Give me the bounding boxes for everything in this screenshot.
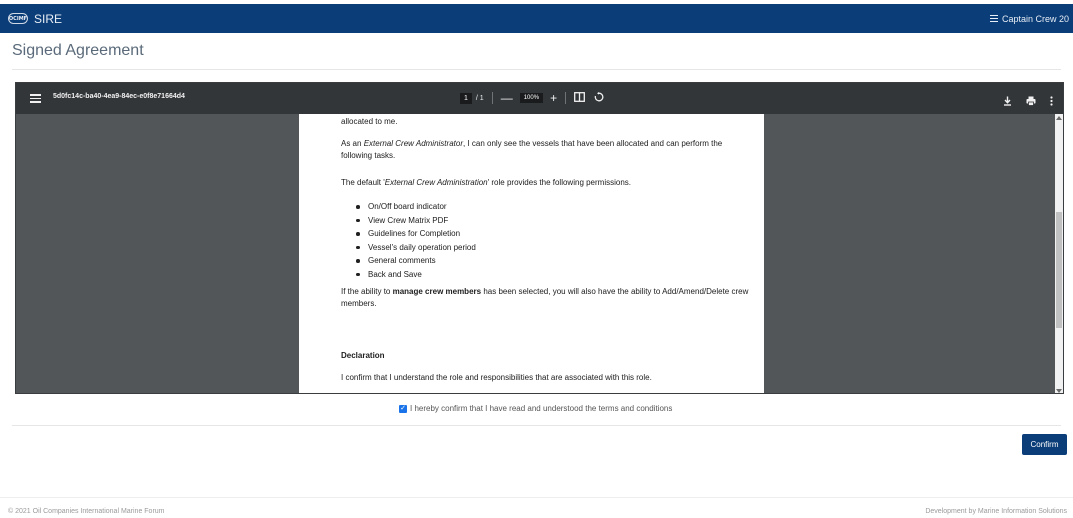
top-nav-bar: OCIMF SIRE Captain Crew 20 <box>0 4 1073 33</box>
user-menu[interactable]: Captain Crew 20 <box>989 4 1069 33</box>
more-icon[interactable] <box>1050 93 1053 111</box>
menu-icon[interactable] <box>30 94 41 103</box>
zoom-out-button[interactable]: — <box>501 92 513 104</box>
divider <box>12 425 1061 426</box>
list-item: Vessel's daily operation period <box>356 241 476 255</box>
terms-label: I hereby confirm that I have read and un… <box>410 404 673 413</box>
bold-text: manage crew members <box>392 287 482 296</box>
list-item: View Crew Matrix PDF <box>356 214 476 228</box>
paragraph: As an External Crew Administrator, I can… <box>341 139 723 160</box>
document-name: 5d0fc14c-ba40-4ea9-84ec-e0f8e71664d4 <box>53 93 185 100</box>
fit-page-icon[interactable] <box>574 92 586 104</box>
paragraph: I confirm that I understand the role and… <box>341 373 652 382</box>
footer-copyright: © 2021 Oil Companies International Marin… <box>8 508 165 515</box>
text: If the ability to <box>341 287 393 296</box>
page-number-input[interactable]: 1 <box>460 92 472 104</box>
zoom-input[interactable]: 100% <box>519 93 544 103</box>
print-icon[interactable] <box>1026 93 1036 111</box>
pdf-toolbar: 5d0fc14c-ba40-4ea9-84ec-e0f8e71664d4 1 /… <box>16 83 1063 114</box>
page-title: Signed Agreement <box>12 42 144 59</box>
footer-credit: Development by Marine Information Soluti… <box>925 508 1067 515</box>
list-item: Back and Save <box>356 268 476 282</box>
permissions-list: On/Off board indicator View Crew Matrix … <box>356 200 476 281</box>
rotate-icon[interactable] <box>594 92 604 104</box>
scroll-down-icon[interactable] <box>1056 389 1062 393</box>
scrollbar[interactable] <box>1055 114 1063 393</box>
divider <box>0 497 1073 498</box>
list-item: Guidelines for Completion <box>356 227 476 241</box>
user-name: Captain Crew 20 <box>1001 13 1069 24</box>
app-name: SIRE <box>34 11 63 26</box>
list-item: On/Off board indicator <box>356 200 476 214</box>
divider <box>12 69 1061 70</box>
scroll-up-icon[interactable] <box>1056 116 1062 120</box>
pdf-viewer[interactable]: 5d0fc14c-ba40-4ea9-84ec-e0f8e71664d4 1 /… <box>15 82 1064 394</box>
hamburger-icon <box>989 15 998 22</box>
paragraph: If the ability to manage crew members ha… <box>341 286 751 310</box>
paragraph: allocated to me. <box>341 117 398 126</box>
scroll-thumb[interactable] <box>1056 212 1062 328</box>
terms-confirm[interactable]: ✓ I hereby confirm that I have read and … <box>399 404 672 413</box>
page-controls: 1 / 1 — 100% + <box>460 92 604 104</box>
page-total: / 1 <box>475 94 484 102</box>
paragraph: The default 'External Crew Administratio… <box>341 178 632 187</box>
pdf-page: allocated to me. As an External Crew Adm… <box>299 114 764 393</box>
declaration-heading: Declaration <box>341 351 385 360</box>
terms-checkbox[interactable]: ✓ <box>399 404 407 413</box>
ocimf-logo: OCIMF <box>8 13 28 24</box>
confirm-button[interactable]: Confirm <box>1022 434 1067 455</box>
divider <box>491 92 493 104</box>
brand[interactable]: OCIMF SIRE <box>8 12 62 26</box>
divider <box>565 92 567 104</box>
zoom-in-button[interactable]: + <box>550 92 557 104</box>
list-item: General comments <box>356 254 476 268</box>
download-icon[interactable] <box>1003 93 1012 111</box>
toolbar-actions <box>1003 93 1053 111</box>
